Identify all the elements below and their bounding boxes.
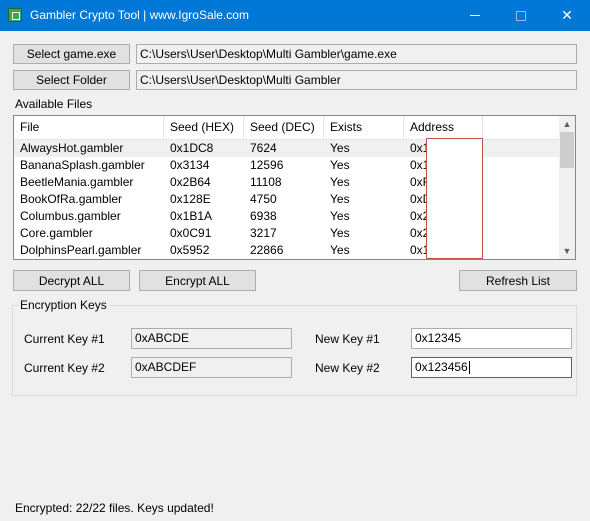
new-key-2-label: New Key #2 xyxy=(315,361,380,375)
close-button[interactable]: ✕ xyxy=(544,0,590,31)
encryption-keys-title: Encryption Keys xyxy=(18,298,109,312)
file-cell: DolphinsPearl.gambler xyxy=(20,243,142,257)
available-files-label: Available Files xyxy=(15,97,93,111)
minimize-button[interactable] xyxy=(452,0,498,31)
text-caret xyxy=(468,361,470,375)
current-key-2-field[interactable]: 0xABCDEF xyxy=(131,357,292,378)
exists-cell: Yes xyxy=(330,158,350,172)
exists-cell: Yes xyxy=(330,209,350,223)
maximize-button[interactable] xyxy=(498,0,544,31)
game-path-field[interactable]: C:\Users\User\Desktop\Multi Gambler\game… xyxy=(136,44,577,64)
seed-dec-cell: 12596 xyxy=(250,158,284,172)
select-folder-button[interactable]: Select Folder xyxy=(13,70,130,90)
encryption-keys-group xyxy=(12,305,577,396)
status-text: Encrypted: 22/22 files. Keys updated! xyxy=(15,501,214,515)
exists-cell: Yes xyxy=(330,192,350,206)
folder-path-field[interactable]: C:\Users\User\Desktop\Multi Gambler xyxy=(136,70,577,90)
column-header-file[interactable]: File xyxy=(14,116,164,140)
seed-hex-cell: 0x1B1A xyxy=(170,209,213,223)
seed-dec-cell: 7624 xyxy=(250,141,277,155)
new-key-2-input[interactable]: 0x123456 xyxy=(411,357,572,378)
decrypt-all-button[interactable]: Decrypt ALL xyxy=(13,270,130,291)
seed-hex-cell: 0x1DC8 xyxy=(170,141,214,155)
highlight-box xyxy=(426,138,483,259)
refresh-list-button[interactable]: Refresh List xyxy=(459,270,577,291)
new-key-1-label: New Key #1 xyxy=(315,332,380,346)
file-cell: BananaSplash.gambler xyxy=(20,158,145,172)
file-cell: BeetleMania.gambler xyxy=(20,175,134,189)
exists-cell: Yes xyxy=(330,175,350,189)
title-bar: Gambler Crypto Tool | www.IgroSale.com ✕ xyxy=(0,0,590,31)
exists-cell: Yes xyxy=(330,243,350,257)
seed-hex-cell: 0x3134 xyxy=(170,158,210,172)
new-key-1-input[interactable]: 0x12345 xyxy=(411,328,572,349)
seed-dec-cell: 6938 xyxy=(250,209,277,223)
new-key-2-value: 0x123456 xyxy=(415,360,468,374)
seed-dec-cell: 11108 xyxy=(250,175,282,189)
current-key-1-field[interactable]: 0xABCDE xyxy=(131,328,292,349)
minimize-icon xyxy=(470,15,480,16)
files-list[interactable]: File Seed (HEX) Seed (DEC) Exists Addres… xyxy=(13,115,576,260)
window-title: Gambler Crypto Tool | www.IgroSale.com xyxy=(30,8,249,22)
maximize-icon xyxy=(516,10,526,21)
encrypt-all-button[interactable]: Encrypt ALL xyxy=(139,270,256,291)
vertical-scrollbar[interactable]: ▲ ▼ xyxy=(559,116,575,259)
close-icon: ✕ xyxy=(561,7,573,23)
list-header: File Seed (HEX) Seed (DEC) Exists Addres… xyxy=(14,116,561,140)
file-cell: AlwaysHot.gambler xyxy=(20,141,124,155)
scroll-up-icon[interactable]: ▲ xyxy=(559,116,575,132)
seed-dec-cell: 3217 xyxy=(250,226,277,240)
scroll-thumb[interactable] xyxy=(560,132,574,168)
seed-hex-cell: 0x2B64 xyxy=(170,175,211,189)
seed-dec-cell: 22866 xyxy=(250,243,284,257)
seed-hex-cell: 0x0C91 xyxy=(170,226,212,240)
scroll-down-icon[interactable]: ▼ xyxy=(559,243,575,259)
column-header-seed-hex[interactable]: Seed (HEX) xyxy=(164,116,244,140)
seed-hex-cell: 0x128E xyxy=(170,192,211,206)
seed-hex-cell: 0x5952 xyxy=(170,243,210,257)
app-icon xyxy=(8,8,22,22)
select-game-button[interactable]: Select game.exe xyxy=(13,44,130,64)
column-header-exists[interactable]: Exists xyxy=(324,116,404,140)
file-cell: Core.gambler xyxy=(20,226,93,240)
column-header-seed-dec[interactable]: Seed (DEC) xyxy=(244,116,324,140)
current-key-1-label: Current Key #1 xyxy=(24,332,105,346)
exists-cell: Yes xyxy=(330,141,350,155)
column-header-address[interactable]: Address xyxy=(404,116,483,140)
seed-dec-cell: 4750 xyxy=(250,192,277,206)
current-key-2-label: Current Key #2 xyxy=(24,361,105,375)
exists-cell: Yes xyxy=(330,226,350,240)
file-cell: Columbus.gambler xyxy=(20,209,121,223)
file-cell: BookOfRa.gambler xyxy=(20,192,123,206)
